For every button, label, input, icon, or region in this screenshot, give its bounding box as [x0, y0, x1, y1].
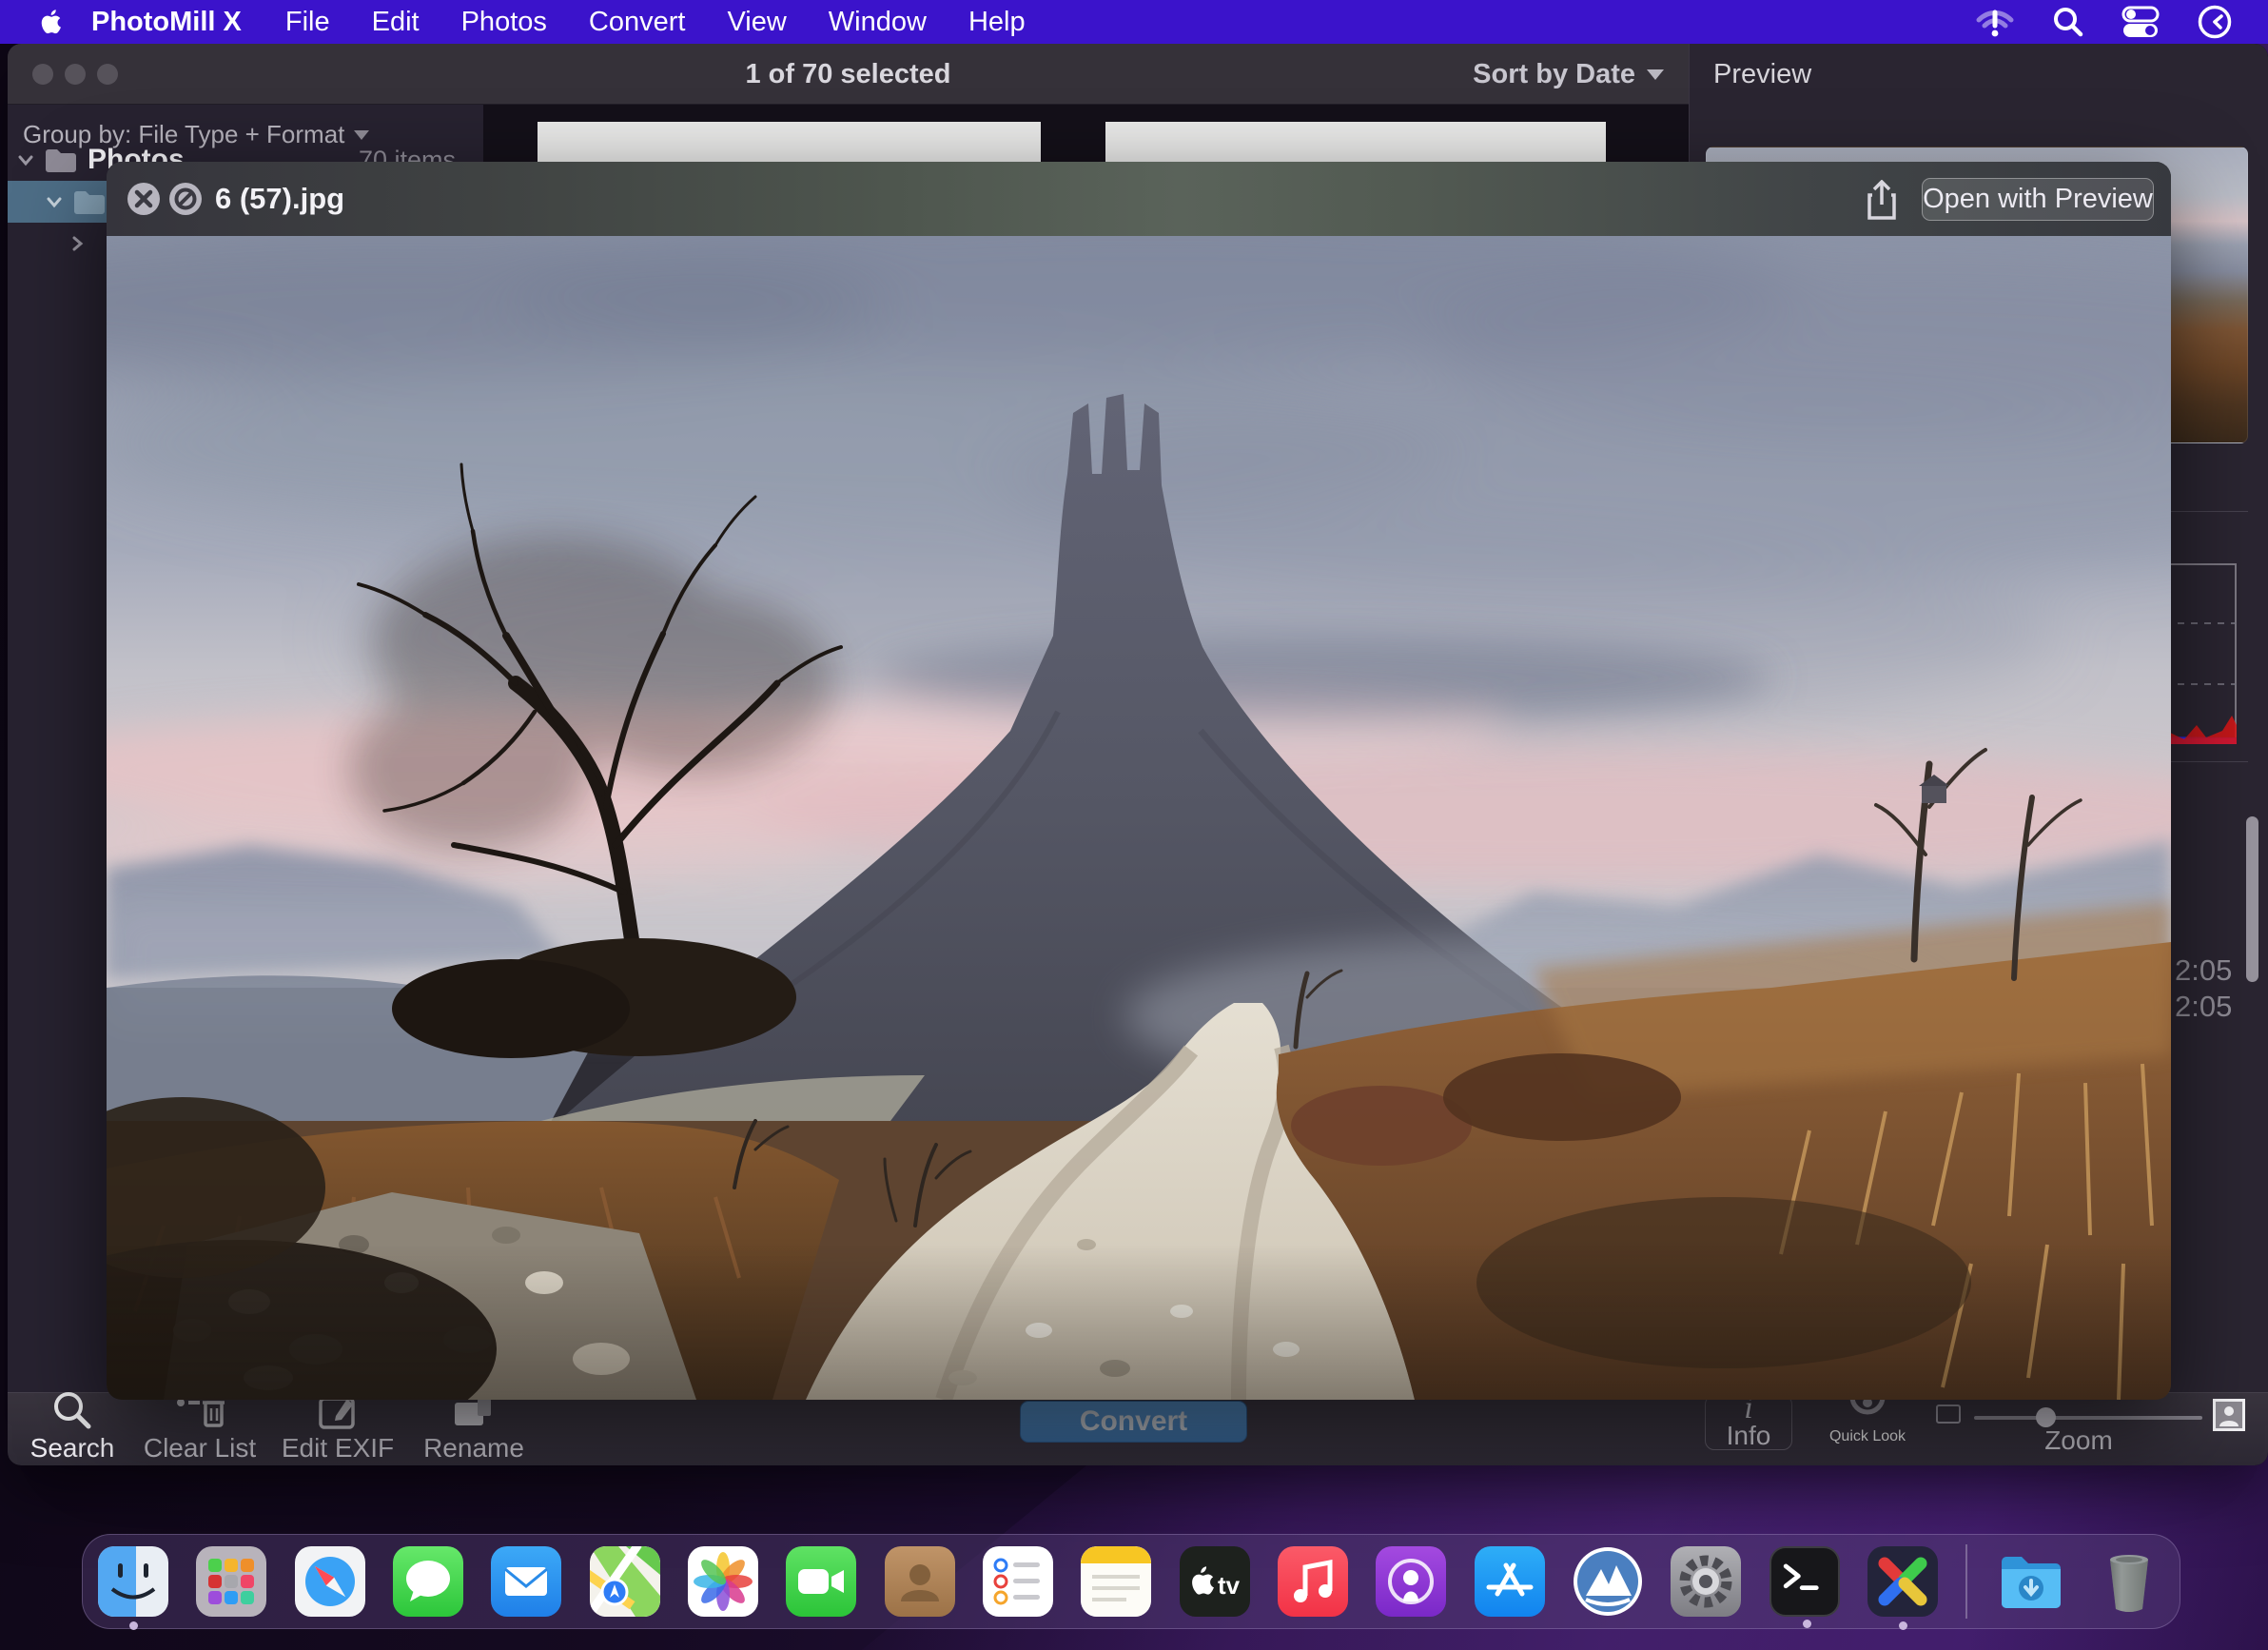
photo-thumbnail-card[interactable] [1105, 122, 1606, 162]
rename-label: Rename [398, 1433, 550, 1463]
share-icon[interactable] [1865, 180, 1899, 220]
dock-podcasts-icon[interactable] [1376, 1546, 1446, 1617]
running-indicator [1899, 1621, 1907, 1630]
clear-list-icon [175, 1395, 225, 1431]
zoom-slider-thumb[interactable] [2036, 1407, 2056, 1427]
clear-list-label: Clear List [124, 1433, 276, 1463]
folder-icon [44, 146, 78, 174]
quick-look-filename: 6 (57).jpg [215, 162, 344, 236]
menu-item-help[interactable]: Help [968, 7, 1026, 38]
person-icon [2216, 1402, 2242, 1428]
search-icon[interactable] [2051, 5, 2085, 39]
sort-by-dropdown[interactable]: Sort by Date [1473, 44, 1664, 105]
bottom-toolbar: Search Clear List [8, 1392, 2268, 1465]
quick-look-label: Quick Look [1801, 1428, 1934, 1445]
preview-panel-title: Preview [1713, 59, 1811, 90]
dock-photomill-app-icon[interactable] [1573, 1546, 1643, 1617]
dock-maps-icon[interactable] [590, 1546, 660, 1617]
photo-preview [107, 236, 2171, 1400]
info-label: Info [1706, 1421, 1791, 1451]
rename-icon [451, 1395, 497, 1431]
dock-terminal-icon[interactable] [1769, 1546, 1840, 1617]
zoom-small-image-icon [1936, 1404, 1961, 1424]
zoom-slider-track[interactable] [1974, 1416, 2202, 1420]
apple-menu[interactable] [40, 8, 65, 36]
menu-item-convert[interactable]: Convert [589, 7, 686, 38]
dock-notes-icon[interactable] [1081, 1546, 1151, 1617]
dock-launchpad-icon[interactable] [196, 1546, 266, 1617]
rename-button[interactable]: Rename [398, 1393, 550, 1463]
dock-mail-icon[interactable] [491, 1546, 561, 1617]
dock-contacts-icon[interactable] [885, 1546, 955, 1617]
dock-app-store-icon[interactable] [1475, 1546, 1545, 1617]
quick-look-window: 6 (57).jpg Open with Preview [107, 162, 2171, 1400]
folder-icon [72, 187, 107, 216]
menu-bar: PhotoMill X File Edit Photos Convert Vie… [0, 0, 2268, 44]
menu-app-name[interactable]: PhotoMill X [91, 7, 242, 38]
convert-button[interactable]: Convert [1020, 1401, 1247, 1443]
dock-finder-icon[interactable] [98, 1546, 168, 1617]
chevron-down-icon [354, 130, 369, 140]
close-quicklook-button[interactable] [127, 183, 160, 215]
menu-item-window[interactable]: Window [829, 7, 927, 38]
chevron-down-icon[interactable] [44, 191, 65, 212]
convert-label: Convert [1080, 1405, 1187, 1438]
search-icon [51, 1389, 93, 1431]
dock-photos-icon[interactable] [688, 1546, 758, 1617]
menu-item-view[interactable]: View [727, 7, 786, 38]
dock: tv [82, 1534, 2180, 1629]
dock-apple-tv-icon[interactable]: tv [1180, 1546, 1250, 1617]
dock-downloads-folder-icon[interactable] [1996, 1546, 2066, 1617]
fullscreen-disabled-button[interactable] [169, 183, 202, 215]
dock-divider [1965, 1544, 1967, 1619]
dock-safari-icon[interactable] [295, 1546, 365, 1617]
chevron-right-icon[interactable] [67, 233, 88, 254]
window-titlebar: 1 of 70 selected Sort by Date [8, 44, 1689, 105]
zoom-label: Zoom [2012, 1425, 2145, 1456]
quick-look-button[interactable]: Quick Look [1801, 1393, 1934, 1445]
chevron-down-icon [1647, 69, 1664, 80]
edit-exif-button[interactable]: Edit EXIF [262, 1393, 414, 1463]
svg-text:tv: tv [1218, 1571, 1241, 1600]
exif-time-value: 2:05 [2175, 953, 2232, 988]
exif-time-value: 2:05 [2175, 990, 2232, 1024]
open-with-preview-button[interactable]: Open with Preview [1922, 178, 2154, 221]
running-indicator [1803, 1620, 1811, 1628]
dock-reminders-icon[interactable] [983, 1546, 1053, 1617]
prohibit-icon [169, 183, 202, 215]
edit-exif-label: Edit EXIF [262, 1433, 414, 1463]
account-photo-icon[interactable] [2213, 1399, 2245, 1431]
apple-logo-icon [40, 8, 65, 36]
menu-item-file[interactable]: File [285, 7, 330, 38]
panel-scrollbar[interactable] [2246, 816, 2258, 982]
clock-icon[interactable] [2196, 3, 2234, 41]
dock-photomill-x-icon[interactable] [1867, 1546, 1938, 1617]
clear-list-button[interactable]: Clear List [124, 1393, 276, 1463]
dock-music-icon[interactable] [1278, 1546, 1348, 1617]
dock-trash-icon[interactable] [2094, 1546, 2164, 1617]
open-with-preview-label: Open with Preview [1923, 184, 2153, 215]
info-button[interactable]: i Info [1705, 1395, 1792, 1450]
menu-item-edit[interactable]: Edit [372, 7, 420, 38]
wifi-alert-icon[interactable] [1973, 5, 2017, 39]
chevron-down-icon[interactable] [15, 149, 36, 170]
selection-status: 1 of 70 selected [8, 44, 1689, 105]
menu-item-photos[interactable]: Photos [461, 7, 547, 38]
dock-facetime-icon[interactable] [786, 1546, 856, 1617]
landscape-photo [107, 236, 2171, 1400]
dock-messages-icon[interactable] [393, 1546, 463, 1617]
dock-system-settings-icon[interactable] [1671, 1546, 1741, 1617]
quick-look-titlebar: 6 (57).jpg Open with Preview [107, 162, 2171, 236]
control-center-icon[interactable] [2120, 5, 2161, 39]
running-indicator [129, 1621, 138, 1630]
photo-thumbnail-card[interactable] [538, 122, 1041, 164]
sort-by-label: Sort by Date [1473, 59, 1635, 90]
close-icon [127, 183, 160, 215]
